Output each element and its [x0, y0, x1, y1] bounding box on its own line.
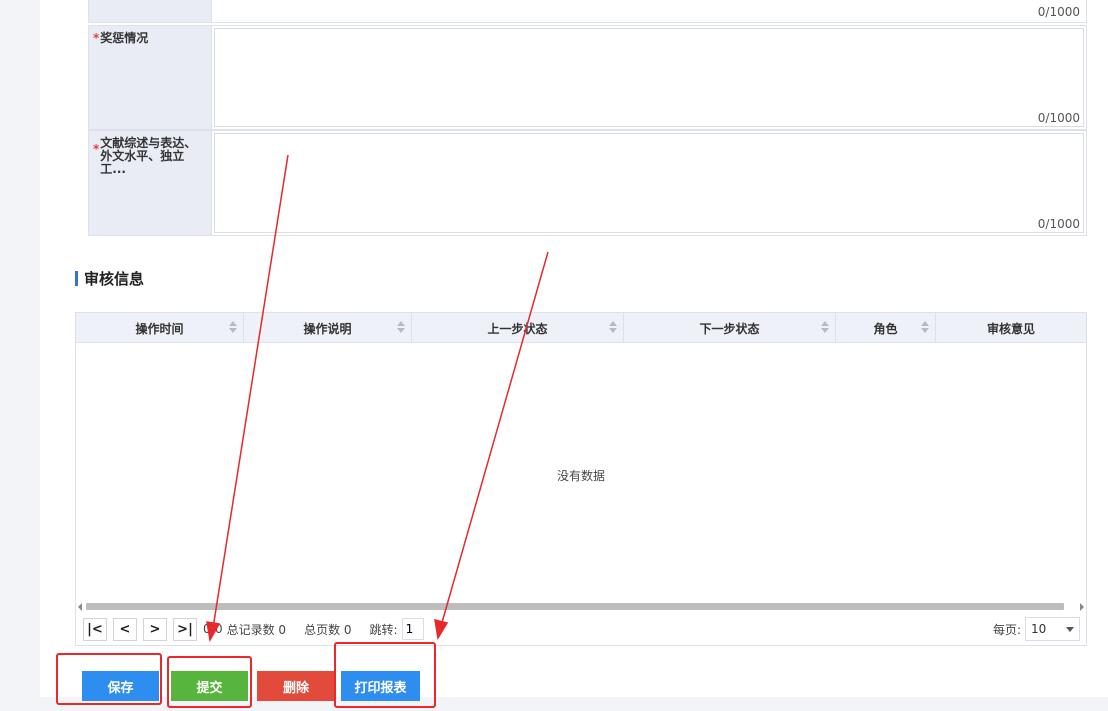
first-page-button[interactable]: |<	[83, 617, 107, 641]
col-label: 上一步状态	[487, 321, 548, 336]
char-counter: 0/1000	[1037, 5, 1080, 19]
total-pages: 总页数 0	[304, 622, 352, 637]
form-field-partial[interactable]: 0/1000	[212, 0, 1086, 22]
sort-icon[interactable]	[921, 321, 929, 335]
section-accent-bar	[75, 271, 78, 286]
last-page-button[interactable]: >|	[173, 617, 197, 641]
empty-message: 没有数据	[556, 469, 605, 483]
total-records: 总记录数 0	[226, 622, 287, 637]
col-role[interactable]: 角色	[836, 313, 936, 343]
literature-textarea[interactable]	[214, 133, 1084, 233]
scroll-right-icon[interactable]	[1080, 603, 1084, 611]
delete-button[interactable]: 删除	[257, 671, 335, 701]
sort-icon[interactable]	[397, 321, 405, 335]
awards-field: 0/1000	[212, 26, 1086, 129]
literature-field: 0/1000	[212, 131, 1086, 235]
review-section-header: 审核信息	[75, 268, 144, 289]
col-label: 角色	[873, 321, 898, 336]
required-mark: *	[93, 31, 100, 45]
scroll-left-icon[interactable]	[78, 603, 82, 611]
per-page-value: 10	[1031, 622, 1047, 636]
literature-label-text: 文献综述与表达、外文水平、独立工...	[100, 136, 197, 176]
awards-label: *奖惩情况	[89, 26, 212, 129]
char-counter: 0/1000	[1037, 217, 1080, 231]
col-label: 操作时间	[135, 321, 184, 336]
next-page-button[interactable]: >	[143, 617, 167, 641]
per-page-label: 每页:	[992, 622, 1021, 637]
pagination-bar: |< < > >| 0-0 总记录数 0 总页数 0 跳转: 每页: 10	[76, 613, 1086, 645]
jump-label: 跳转:	[369, 622, 398, 637]
horizontal-scrollbar[interactable]	[76, 601, 1086, 611]
awards-label-text: 奖惩情况	[100, 31, 149, 45]
left-rail	[0, 0, 40, 711]
required-mark: *	[93, 142, 100, 156]
record-range: 0-0	[203, 622, 223, 636]
highlight-box-submit	[167, 656, 252, 708]
prev-page-button[interactable]: <	[113, 617, 137, 641]
col-label: 审核意见	[986, 321, 1035, 336]
scroll-thumb[interactable]	[86, 603, 1064, 610]
form-row-awards: *奖惩情况 0/1000	[88, 25, 1087, 130]
section-title: 审核信息	[84, 270, 145, 288]
form-label-partial	[89, 0, 212, 22]
sort-icon[interactable]	[821, 321, 829, 335]
highlight-box-save	[56, 653, 162, 705]
form-row-literature: * 文献综述与表达、外文水平、独立工... 0/1000	[88, 130, 1087, 236]
literature-label: * 文献综述与表达、外文水平、独立工...	[89, 131, 212, 235]
awards-textarea[interactable]	[214, 28, 1084, 127]
col-operation-desc[interactable]: 操作说明	[244, 313, 412, 343]
col-label: 操作说明	[303, 321, 352, 336]
chevron-down-icon	[1066, 626, 1074, 632]
jump-page-input[interactable]	[401, 618, 424, 640]
highlight-box-print	[334, 642, 436, 708]
char-counter: 0/1000	[1037, 111, 1080, 125]
col-next-status[interactable]: 下一步状态	[624, 313, 836, 343]
per-page-control: 每页: 10	[993, 617, 1080, 641]
col-label: 下一步状态	[699, 321, 760, 336]
sort-icon[interactable]	[609, 321, 617, 335]
review-table: 操作时间 操作说明 上一步状态 下一步状态 角色 审核意见 没有数据 |< < …	[75, 312, 1087, 646]
col-operation-time[interactable]: 操作时间	[76, 313, 244, 343]
form-row-partial: 0/1000	[88, 0, 1087, 23]
col-review-opinion[interactable]: 审核意见	[936, 313, 1086, 343]
per-page-select[interactable]: 10	[1025, 617, 1080, 641]
table-header: 操作时间 操作说明 上一步状态 下一步状态 角色 审核意见	[76, 313, 1086, 343]
col-prev-status[interactable]: 上一步状态	[412, 313, 624, 343]
sort-icon[interactable]	[229, 321, 237, 335]
